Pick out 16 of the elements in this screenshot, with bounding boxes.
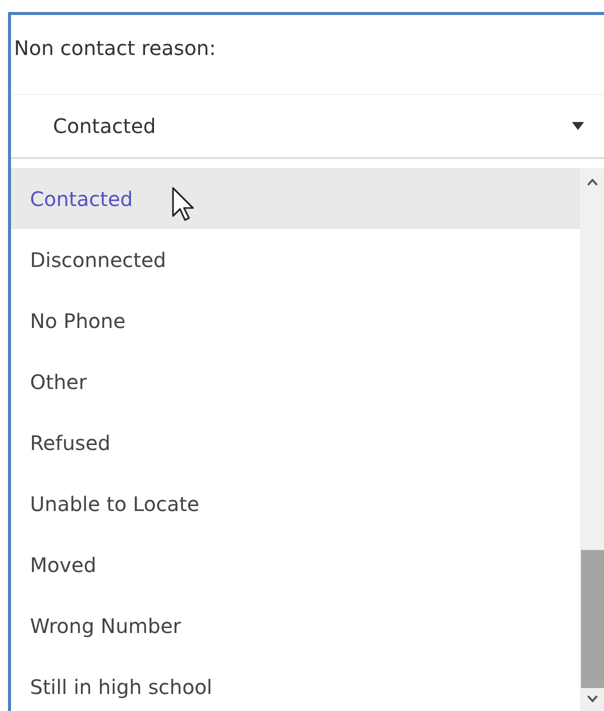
scrollbar-thumb[interactable]: [581, 550, 604, 688]
scrollbar[interactable]: [580, 168, 604, 711]
dropdown-option[interactable]: Still in high school: [11, 656, 580, 711]
scroll-down-icon[interactable]: [587, 695, 598, 703]
dropdown-option[interactable]: Wrong Number: [11, 595, 580, 656]
reason-select[interactable]: Contacted: [11, 94, 604, 159]
dropdown-option[interactable]: Contacted: [11, 168, 580, 229]
dropdown-option[interactable]: Other: [11, 351, 580, 412]
dropdown-option[interactable]: Unable to Locate: [11, 473, 580, 534]
dropdown-option[interactable]: Disconnected: [11, 229, 580, 290]
dropdown-option[interactable]: Moved: [11, 534, 580, 595]
dropdown-option[interactable]: No Phone: [11, 290, 580, 351]
field-label: Non contact reason:: [13, 35, 217, 62]
scroll-up-icon[interactable]: [587, 178, 598, 186]
caret-icon: [572, 121, 584, 131]
dropdown-option[interactable]: Refused: [11, 412, 580, 473]
